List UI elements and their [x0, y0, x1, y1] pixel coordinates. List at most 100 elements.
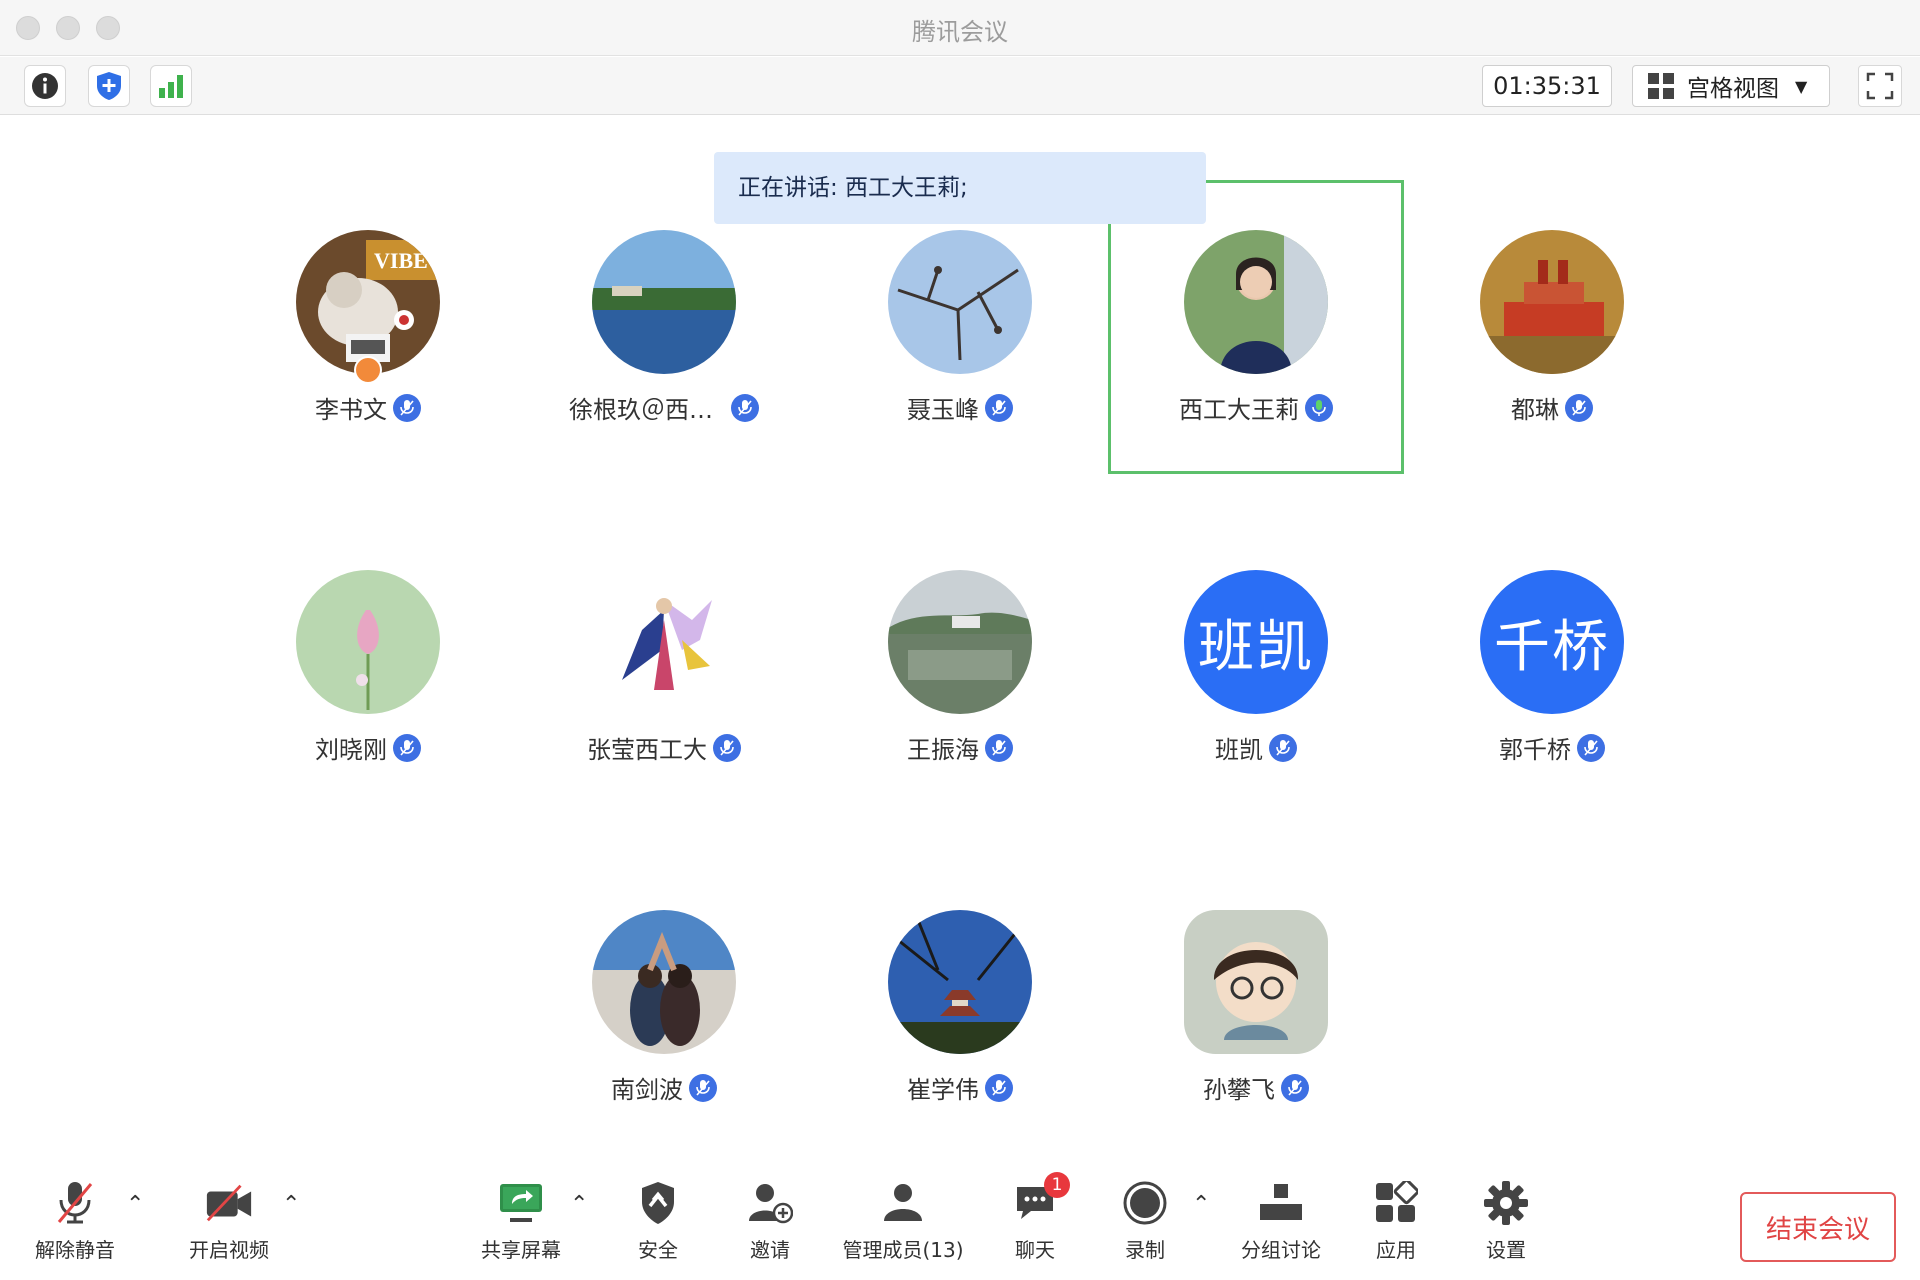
- avatar: [1184, 910, 1328, 1054]
- avatar-initials: 班凯: [1184, 570, 1328, 714]
- microphone-active-icon: [1305, 393, 1333, 422]
- avatar: [888, 910, 1032, 1054]
- microphone-icon: [393, 733, 421, 762]
- microphone-icon: [1577, 733, 1605, 762]
- avatar: VIBE: [296, 230, 440, 374]
- participant-tile[interactable]: 崔学伟: [812, 910, 1108, 1110]
- fullscreen-icon: [1866, 72, 1894, 100]
- view-mode-label: 宫格视图: [1687, 76, 1779, 102]
- avatar: [1480, 230, 1624, 374]
- participant-tile[interactable]: 张莹西工大: [516, 570, 812, 770]
- participant-tile[interactable]: 班凯 班凯: [1108, 570, 1404, 770]
- apps-button[interactable]: 应用: [1356, 1178, 1436, 1268]
- meeting-info-button[interactable]: [24, 65, 66, 107]
- microphone-icon: [985, 1073, 1013, 1102]
- unmute-button[interactable]: 解除静音: [30, 1178, 120, 1268]
- chat-unread-badge: 1: [1044, 1172, 1070, 1198]
- avatar: [592, 910, 736, 1054]
- participant-tile[interactable]: 孙攀飞: [1108, 910, 1404, 1110]
- microphone-icon: [1565, 393, 1593, 422]
- video-off-icon: [206, 1184, 252, 1222]
- cartoon-avatar: [1184, 910, 1328, 1054]
- meeting-toolbar: 01:35:31 宫格视图 ▼: [0, 57, 1920, 115]
- participant-name: 刘晓刚: [315, 736, 387, 764]
- chat-button[interactable]: 1 聊天: [1000, 1172, 1070, 1268]
- security-label: 安全: [638, 1238, 678, 1262]
- share-screen-button[interactable]: 共享屏幕: [476, 1178, 566, 1268]
- participant-tile[interactable]: 刘晓刚: [220, 570, 516, 770]
- participant-tile[interactable]: 王振海: [812, 570, 1108, 770]
- participant-name: 崔学伟: [907, 1076, 979, 1104]
- chat-label: 聊天: [1015, 1238, 1055, 1262]
- meeting-control-bar: 解除静音 ⌃ 开启视频 ⌃ 共享屏幕 ⌃ 安全 邀请 管理成员(13) 1 聊天…: [0, 1160, 1920, 1280]
- record-options-chevron-icon[interactable]: ⌃: [1192, 1192, 1210, 1217]
- avatar: [296, 570, 440, 714]
- breakout-rooms-icon: [1260, 1184, 1302, 1220]
- avatar: [1184, 230, 1328, 374]
- manage-members-button[interactable]: 管理成员(13): [838, 1178, 968, 1268]
- participant-name: 徐根玖＠西…: [569, 396, 713, 424]
- speaking-indicator: 正在讲话: 西工大王莉;: [714, 152, 1206, 224]
- video-options-chevron-icon[interactable]: ⌃: [282, 1192, 300, 1217]
- woman-photo: [1184, 230, 1328, 374]
- avatar: [592, 230, 736, 374]
- ship-photo: [1480, 230, 1624, 374]
- participant-tile[interactable]: 都琳: [1404, 230, 1700, 430]
- microphone-muted-icon: [57, 1182, 93, 1224]
- fullscreen-button[interactable]: [1858, 65, 1902, 107]
- view-mode-dropdown[interactable]: 宫格视图 ▼: [1632, 65, 1830, 107]
- unmute-label: 解除静音: [35, 1238, 115, 1262]
- lake-photo: [592, 230, 736, 374]
- couple-photo: [592, 910, 736, 1054]
- apps-grid-icon: [1376, 1181, 1418, 1222]
- participant-name: 李书文: [315, 396, 387, 424]
- record-button[interactable]: 录制: [1110, 1178, 1180, 1268]
- microphone-icon: [985, 733, 1013, 762]
- microphone-icon: [713, 733, 741, 762]
- audio-options-chevron-icon[interactable]: ⌃: [126, 1192, 144, 1217]
- grid-view-icon: [1648, 73, 1674, 99]
- pond-photo: [888, 570, 1032, 714]
- host-badge-icon: [354, 356, 382, 384]
- participant-name: 西工大王莉: [1179, 396, 1299, 424]
- security-button[interactable]: 安全: [618, 1178, 698, 1268]
- participant-tile[interactable]: VIBE 李书文: [220, 230, 516, 430]
- participant-tile-active-speaker[interactable]: 西工大王莉: [1108, 230, 1404, 430]
- microphone-icon: [985, 393, 1013, 422]
- participant-name: 都琳: [1511, 396, 1559, 424]
- settings-button[interactable]: 设置: [1466, 1178, 1546, 1268]
- flower-photo: [296, 570, 440, 714]
- start-video-button[interactable]: 开启视频: [184, 1178, 274, 1268]
- participant-name: 南剑波: [611, 1076, 683, 1104]
- participant-name: 郭千桥: [1499, 736, 1571, 764]
- pagoda-photo: [888, 910, 1032, 1054]
- share-screen-label: 共享屏幕: [481, 1238, 561, 1262]
- microphone-icon: [1281, 1073, 1309, 1102]
- end-meeting-button[interactable]: 结束会议: [1740, 1192, 1896, 1262]
- signal-bars-icon: [159, 75, 183, 98]
- branches-photo: [888, 230, 1032, 374]
- record-icon: [1123, 1181, 1167, 1225]
- participant-tile[interactable]: 徐根玖＠西…: [516, 230, 812, 430]
- network-status-button[interactable]: [150, 65, 192, 107]
- breakout-rooms-button[interactable]: 分组讨论: [1236, 1178, 1326, 1268]
- participant-tile[interactable]: 聂玉峰: [812, 230, 1108, 430]
- invite-button[interactable]: 邀请: [730, 1178, 810, 1268]
- shield-icon: [97, 72, 121, 100]
- gear-icon: [1484, 1181, 1528, 1225]
- microphone-icon: [1269, 733, 1297, 762]
- record-label: 录制: [1125, 1238, 1165, 1262]
- participant-name: 张莹西工大: [587, 736, 707, 764]
- invite-user-icon: [749, 1184, 793, 1224]
- participant-tile[interactable]: 南剑波: [516, 910, 812, 1110]
- start-video-label: 开启视频: [189, 1238, 269, 1262]
- svg-text:VIBE: VIBE: [374, 248, 428, 273]
- participant-tile[interactable]: 千桥 郭千桥: [1404, 570, 1700, 770]
- security-shield-button[interactable]: [88, 65, 130, 107]
- meeting-timer: 01:35:31: [1482, 65, 1612, 107]
- cat-photo: VIBE: [296, 230, 440, 374]
- info-icon: [32, 73, 58, 99]
- apps-label: 应用: [1376, 1238, 1416, 1262]
- share-options-chevron-icon[interactable]: ⌃: [570, 1192, 588, 1217]
- participant-name: 聂玉峰: [907, 396, 979, 424]
